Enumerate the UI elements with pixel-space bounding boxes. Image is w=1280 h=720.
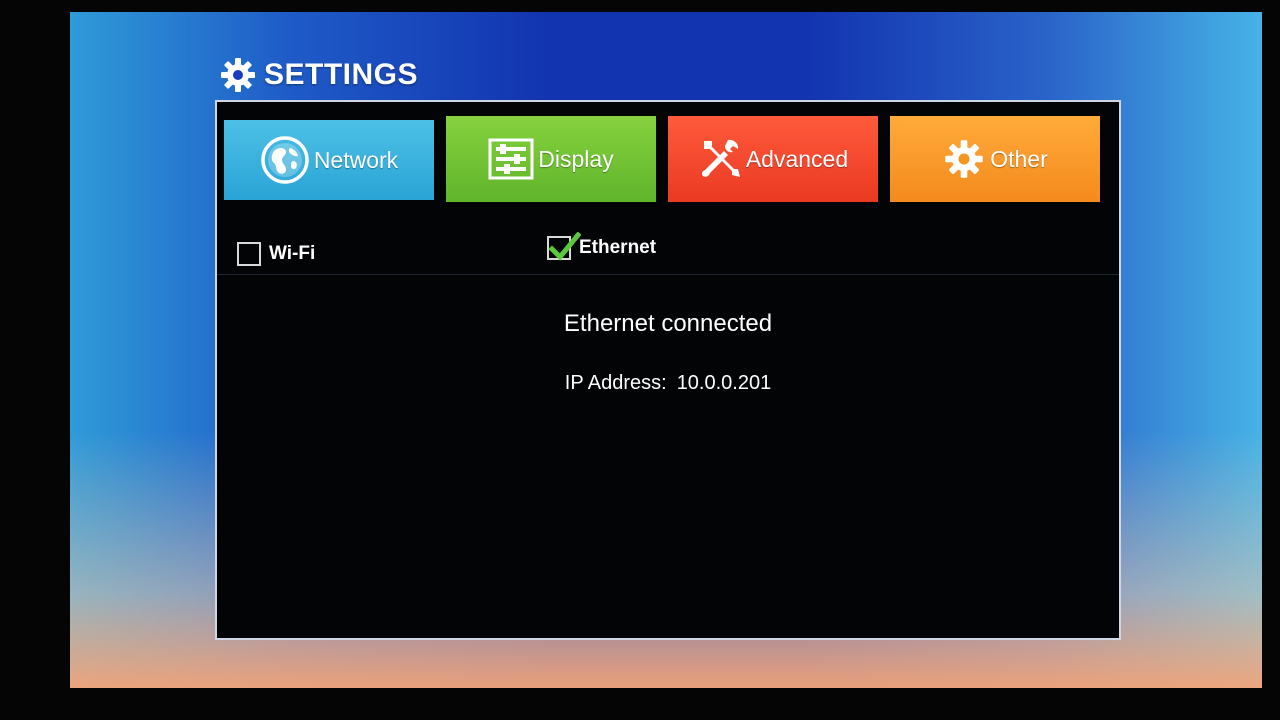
display-sliders-icon xyxy=(488,138,534,180)
wifi-option[interactable]: Wi-Fi xyxy=(237,242,315,266)
wifi-label: Wi-Fi xyxy=(269,243,316,264)
globe-icon xyxy=(260,135,310,185)
wifi-checkbox[interactable] xyxy=(237,242,261,266)
ip-address-label: IP Address: xyxy=(564,372,667,394)
page-title: SETTINGS xyxy=(218,55,418,95)
ethernet-checkbox[interactable] xyxy=(547,232,581,261)
ip-address-value: 10.0.0.201 xyxy=(676,372,772,394)
page-title-text: SETTINGS xyxy=(264,58,419,91)
tab-display-label: Display xyxy=(538,145,614,172)
tab-network-label: Network xyxy=(313,146,399,173)
wrench-screwdriver-icon xyxy=(698,137,742,181)
tab-advanced-label: Advanced xyxy=(745,145,849,172)
settings-tabs: Network Display Advanced Other xyxy=(224,116,1100,202)
tab-other-label: Other xyxy=(990,145,1048,172)
gear-icon xyxy=(942,137,986,181)
checkmark-icon xyxy=(548,232,581,261)
connection-options: Wi-Fi Ethernet xyxy=(217,222,1119,275)
ethernet-option[interactable]: Ethernet xyxy=(547,232,657,261)
connection-status: Ethernet connected xyxy=(563,310,773,337)
settings-panel: Network Display Advanced Other Wi-Fi Eth… xyxy=(215,100,1121,640)
tab-advanced[interactable]: Advanced xyxy=(668,116,878,202)
tab-other[interactable]: Other xyxy=(890,116,1100,202)
ethernet-label: Ethernet xyxy=(579,237,657,258)
tab-display[interactable]: Display xyxy=(446,116,656,202)
tab-network[interactable]: Network xyxy=(224,120,434,200)
gear-icon xyxy=(218,55,258,95)
ip-address-line: IP Address: 10.0.0.201 xyxy=(217,372,1119,395)
